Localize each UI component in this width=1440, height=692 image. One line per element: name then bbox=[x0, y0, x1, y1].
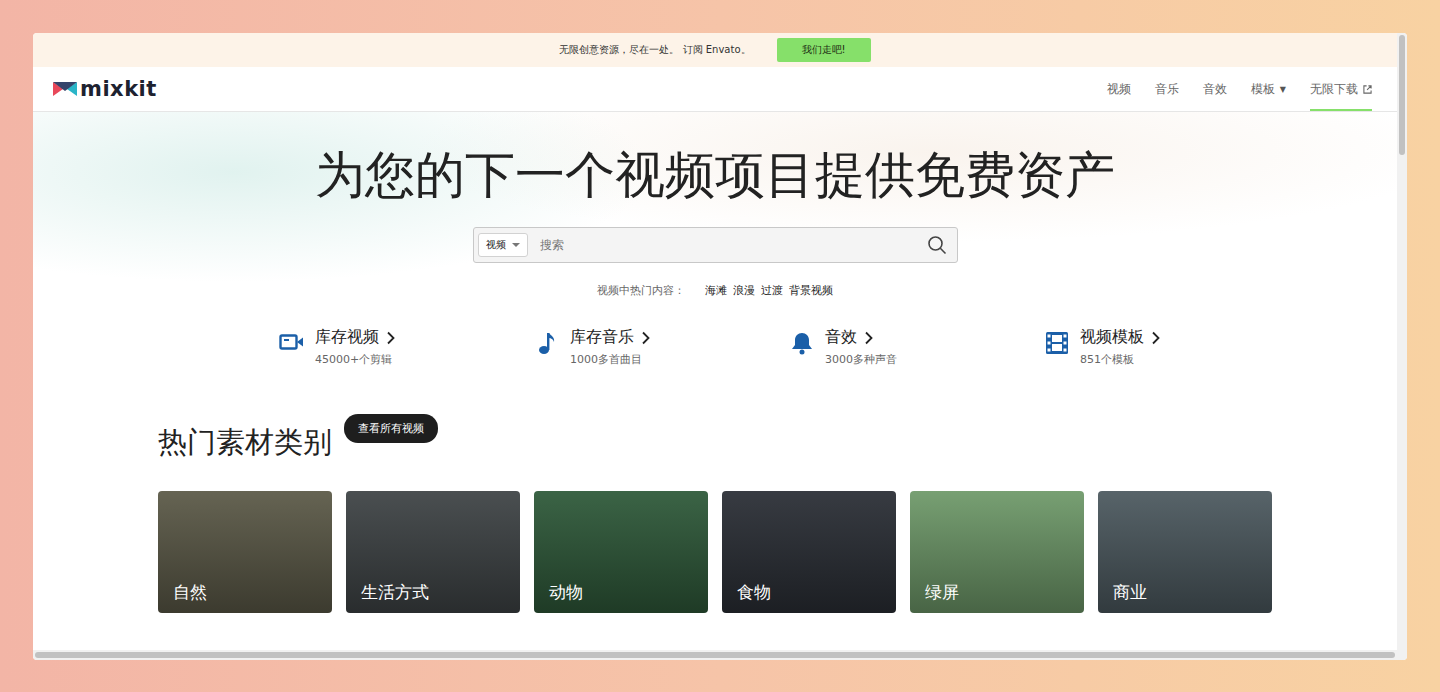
chevron-right-icon bbox=[1151, 331, 1161, 345]
logo-mark-icon bbox=[53, 82, 77, 96]
promo-banner: 无限创意资源，尽在一处。 订阅 Envato。 我们走吧! bbox=[33, 33, 1397, 67]
search-scope-dropdown[interactable]: 视频 bbox=[478, 233, 528, 257]
card-label: 食物 bbox=[737, 581, 771, 604]
banner-text: 无限创意资源，尽在一处。 订阅 Envato。 bbox=[559, 43, 750, 57]
category-cards: 自然 生活方式 动物 食物 绿屏 商业 bbox=[158, 491, 1272, 613]
popular-searches: 视频中热门内容： 海滩浪漫过渡背景视频 bbox=[597, 283, 833, 298]
banner-button[interactable]: 我们走吧! bbox=[777, 38, 871, 62]
card-label: 动物 bbox=[549, 581, 583, 604]
search-input[interactable] bbox=[538, 237, 917, 253]
category-card[interactable]: 绿屏 bbox=[910, 491, 1084, 613]
nav-bar: mixkit 视频 音乐 音效 模板 ▼ 无限下载 bbox=[33, 67, 1397, 112]
category-link[interactable]: 库存视频 45000+个剪辑 bbox=[279, 327, 534, 367]
view-all-button[interactable]: 查看所有视频 bbox=[344, 414, 438, 443]
nav-label: 无限下载 bbox=[1310, 81, 1358, 98]
category-title: 库存音乐 bbox=[570, 327, 651, 348]
category-count: 45000+个剪辑 bbox=[315, 352, 396, 367]
card-label: 商业 bbox=[1113, 581, 1147, 604]
nav-label: 视频 bbox=[1107, 81, 1131, 98]
scrollbar-thumb[interactable] bbox=[1399, 35, 1405, 155]
popular-label: 视频中热门内容： bbox=[597, 283, 685, 298]
category-title: 音效 bbox=[825, 327, 897, 348]
music-note-icon bbox=[537, 331, 557, 355]
nav-label: 音效 bbox=[1203, 81, 1227, 98]
nav-item[interactable]: 音效 bbox=[1203, 67, 1227, 111]
logo[interactable]: mixkit bbox=[53, 67, 157, 111]
chevron-right-icon bbox=[386, 331, 396, 345]
section-header: 热门素材类别 查看所有视频 bbox=[158, 411, 438, 463]
card-label: 绿屏 bbox=[925, 581, 959, 604]
chevron-right-icon bbox=[864, 331, 874, 345]
card-label: 自然 bbox=[173, 581, 207, 604]
popular-tag[interactable]: 浪漫 bbox=[733, 283, 755, 298]
card-label: 生活方式 bbox=[361, 581, 429, 604]
external-link-icon bbox=[1363, 85, 1372, 94]
category-count: 1000多首曲目 bbox=[570, 352, 651, 367]
chevron-right-icon bbox=[641, 331, 651, 345]
category-link[interactable]: 库存音乐 1000多首曲目 bbox=[534, 327, 789, 367]
hero-section: 为您的下一个视频项目提供免费资产 视频 视频中热门内容： 海滩浪漫过渡背景视频 … bbox=[33, 112, 1397, 650]
scope-label: 视频 bbox=[486, 238, 506, 252]
nav-links: 视频 音乐 音效 模板 ▼ 无限下载 bbox=[1107, 67, 1372, 111]
popular-tag[interactable]: 过渡 bbox=[761, 283, 783, 298]
video-camera-icon bbox=[279, 331, 305, 353]
scrollbar-thumb[interactable] bbox=[35, 652, 1395, 658]
horizontal-scrollbar[interactable] bbox=[33, 650, 1397, 660]
category-card[interactable]: 生活方式 bbox=[346, 491, 520, 613]
category-card[interactable]: 商业 bbox=[1098, 491, 1272, 613]
nav-item[interactable]: 无限下载 bbox=[1310, 67, 1372, 111]
vertical-scrollbar[interactable] bbox=[1397, 33, 1407, 660]
popular-tag[interactable]: 海滩 bbox=[705, 283, 727, 298]
hero-title: 为您的下一个视频项目提供免费资产 bbox=[315, 145, 1115, 205]
nav-label: 音乐 bbox=[1155, 81, 1179, 98]
category-card[interactable]: 自然 bbox=[158, 491, 332, 613]
category-link[interactable]: 音效 3000多种声音 bbox=[789, 327, 1044, 367]
category-card[interactable]: 食物 bbox=[722, 491, 896, 613]
page-content: 无限创意资源，尽在一处。 订阅 Envato。 我们走吧! mixkit 视频 … bbox=[33, 33, 1397, 660]
section-title: 热门素材类别 bbox=[158, 423, 332, 463]
dropdown-caret: ▼ bbox=[1280, 85, 1286, 94]
category-card[interactable]: 动物 bbox=[534, 491, 708, 613]
category-title: 库存视频 bbox=[315, 327, 396, 348]
search-icon[interactable] bbox=[927, 235, 947, 255]
nav-label: 模板 bbox=[1251, 81, 1275, 98]
popular-tag[interactable]: 背景视频 bbox=[789, 283, 833, 298]
category-count: 851个模板 bbox=[1080, 352, 1161, 367]
category-count: 3000多种声音 bbox=[825, 352, 897, 367]
category-title: 视频模板 bbox=[1080, 327, 1161, 348]
nav-item[interactable]: 音乐 bbox=[1155, 67, 1179, 111]
page-background: 无限创意资源，尽在一处。 订阅 Envato。 我们走吧! mixkit 视频 … bbox=[0, 0, 1440, 692]
logo-text: mixkit bbox=[80, 77, 157, 101]
bell-icon bbox=[791, 331, 813, 355]
film-strip-icon bbox=[1046, 331, 1068, 355]
browser-window: 无限创意资源，尽在一处。 订阅 Envato。 我们走吧! mixkit 视频 … bbox=[33, 33, 1407, 660]
category-link[interactable]: 视频模板 851个模板 bbox=[1044, 327, 1299, 367]
search-box: 视频 bbox=[473, 227, 958, 263]
nav-item[interactable]: 模板 ▼ bbox=[1251, 67, 1286, 111]
nav-item[interactable]: 视频 bbox=[1107, 67, 1131, 111]
dropdown-arrow-icon bbox=[512, 243, 520, 247]
category-links: 库存视频 45000+个剪辑 库存音乐 1000多首曲目 音效 3000多种声音… bbox=[279, 327, 1299, 367]
